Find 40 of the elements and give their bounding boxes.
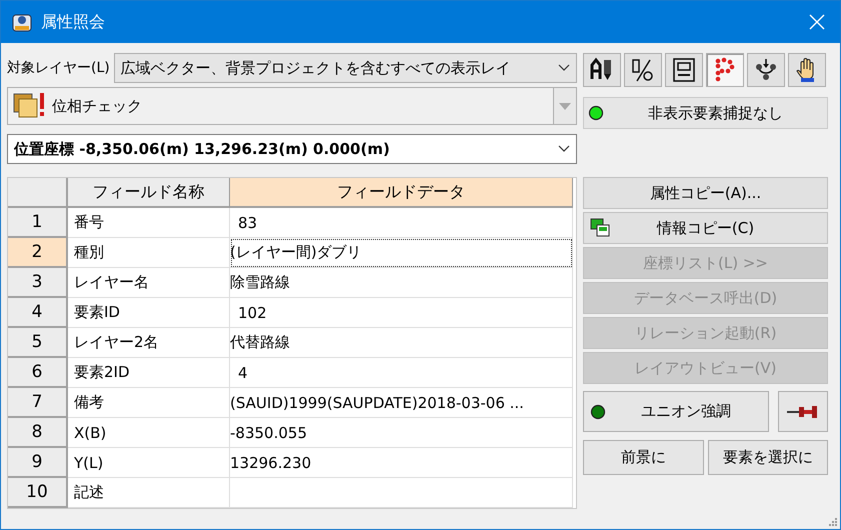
window-title: 属性照会 bbox=[41, 12, 106, 32]
field-name-cell: 種別 bbox=[68, 238, 230, 268]
field-name-cell: X(B) bbox=[68, 418, 230, 448]
layer-name: 位相チェック bbox=[52, 96, 143, 116]
hidden-capture-label: 非表示要素捕捉なし bbox=[647, 104, 784, 122]
field-data-cell: (SAUID)1999(SAUPDATE)2018-03-06 ... bbox=[230, 388, 573, 418]
field-name-cell: レイヤー2名 bbox=[68, 328, 230, 358]
action-button[interactable]: 要素を選択に bbox=[708, 440, 828, 475]
field-data-cell: 4 bbox=[230, 358, 573, 388]
row-header[interactable]: 4 bbox=[8, 298, 68, 328]
row-header[interactable]: 5 bbox=[8, 328, 68, 358]
field-name-cell: 記述 bbox=[68, 478, 230, 508]
action-button[interactable]: 前景に bbox=[583, 440, 704, 475]
field-name-cell: 備考 bbox=[68, 388, 230, 418]
field-name-cell: 要素ID bbox=[68, 298, 230, 328]
action-button[interactable]: 情報コピー(C) bbox=[583, 212, 828, 244]
field-data-cell: -8350.055 bbox=[230, 418, 573, 448]
row-header[interactable]: 3 bbox=[8, 268, 68, 298]
field-name-cell: 要素2ID bbox=[68, 358, 230, 388]
target-layer-dropdown[interactable]: 広域ベクター、背景プロジェクトを含むすべての表示レイ bbox=[114, 53, 577, 83]
field-data-cell: 13296.230 bbox=[230, 448, 573, 478]
row-header[interactable]: 8 bbox=[8, 418, 68, 448]
column-header[interactable]: フィールド名称 bbox=[68, 178, 230, 208]
row-header[interactable]: 7 bbox=[8, 388, 68, 418]
row-header[interactable]: 6 bbox=[8, 358, 68, 388]
field-data-cell: 代替路線 bbox=[230, 328, 573, 358]
column-header[interactable]: フィールドデータ bbox=[230, 178, 573, 208]
field-data-cell: 除雪路線 bbox=[230, 268, 573, 298]
union-highlight-button[interactable]: ユニオン強調 bbox=[583, 391, 769, 432]
row-header[interactable]: 10 bbox=[8, 478, 68, 508]
field-data-cell: 83 bbox=[230, 208, 573, 238]
field-name-cell: 番号 bbox=[68, 208, 230, 238]
field-data-cell: 102 bbox=[230, 298, 573, 328]
action-button[interactable]: 属性コピー(A)... bbox=[583, 177, 828, 209]
row-header[interactable]: 2 bbox=[8, 238, 68, 268]
row-header[interactable]: 9 bbox=[8, 448, 68, 478]
field-name-cell: レイヤー名 bbox=[68, 268, 230, 298]
target-layer-label: 対象レイヤー(L) bbox=[7, 59, 110, 77]
field-name-cell: Y(L) bbox=[68, 448, 230, 478]
row-header[interactable]: 1 bbox=[8, 208, 68, 238]
